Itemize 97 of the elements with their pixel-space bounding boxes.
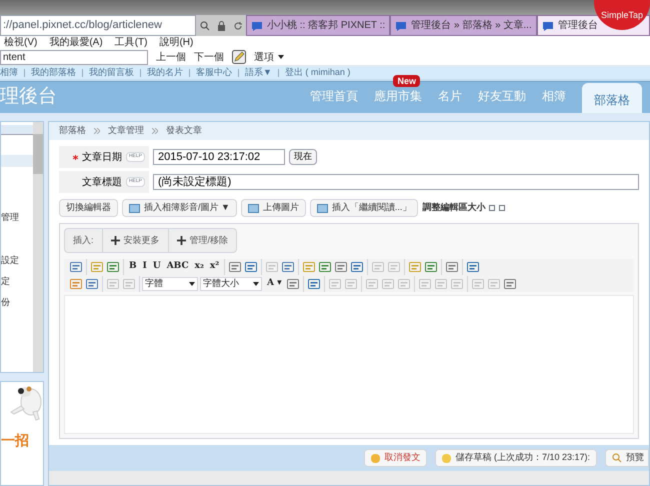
- format-button[interactable]: x²: [206, 260, 222, 274]
- next-link[interactable]: 下一個: [194, 50, 224, 64]
- nav-link[interactable]: 登出 ( mimihan ): [284, 66, 350, 80]
- image-icon: [248, 202, 259, 214]
- nav-link[interactable]: 客服中心: [196, 66, 232, 80]
- breadcrumb-link[interactable]: 部落格: [59, 124, 86, 138]
- toolbar-icon[interactable]: [302, 260, 316, 274]
- draft-icon: [442, 454, 452, 462]
- chat-bubble-icon: [395, 20, 408, 32]
- toolbar-icon[interactable]: [228, 260, 242, 274]
- toolbar-button[interactable]: 切換編輯器: [59, 199, 118, 217]
- image-icon: [316, 202, 328, 214]
- site-title: 理後台: [0, 85, 57, 110]
- now-button[interactable]: 現在: [289, 149, 317, 165]
- sidebar-item[interactable]: 設定: [1, 250, 33, 271]
- insert-label: 插入:: [72, 234, 95, 247]
- nav-link[interactable]: 我的留言板: [89, 66, 134, 80]
- expand-icon[interactable]: [489, 205, 496, 211]
- nav-link[interactable]: 相簿: [0, 66, 18, 80]
- refresh-icon[interactable]: [232, 20, 242, 30]
- scrollbar[interactable]: [33, 122, 43, 372]
- format-button[interactable]: x₂: [192, 260, 207, 274]
- menu-item[interactable]: 檢視(V): [4, 35, 38, 50]
- format-button[interactable]: I: [140, 260, 150, 274]
- toolbar-icon[interactable]: [69, 260, 83, 274]
- menu-item[interactable]: 說明(H): [159, 35, 194, 50]
- toolbar-button[interactable]: 插入「繼續閱讀...」: [310, 199, 418, 217]
- field-label: 文章日期: [82, 150, 122, 164]
- toolbar-icon[interactable]: [69, 277, 83, 291]
- tab-title: 管理後台 » 部落格 » 文章...: [411, 18, 532, 33]
- toolbar-button[interactable]: 插入相簿影音/圖片 ▼: [122, 199, 237, 217]
- nav-link[interactable]: 我的部落格: [31, 66, 76, 80]
- toolbar-icon[interactable]: [106, 260, 120, 274]
- chat-bubble-icon: [251, 20, 263, 32]
- toolbar-icon[interactable]: [502, 277, 517, 291]
- text-field[interactable]: (尚未設定標題): [153, 174, 639, 190]
- sidebar-item[interactable]: 管理: [1, 207, 33, 228]
- insert-button[interactable]: 管理/移除: [168, 229, 236, 252]
- text-field[interactable]: 2015-07-10 23:17:02: [153, 149, 285, 165]
- menu-item[interactable]: 工具(T): [114, 35, 148, 50]
- toolbar-icon[interactable]: [90, 260, 104, 274]
- sidebar-item[interactable]: 份: [1, 292, 33, 313]
- caret-icon: [189, 282, 195, 286]
- insert-button[interactable]: 安裝更多: [102, 229, 168, 252]
- nav-tab[interactable]: 部落格: [582, 83, 642, 113]
- font-select[interactable]: 字體: [142, 277, 198, 291]
- toolbar-icon[interactable]: [466, 260, 480, 274]
- caret-icon: [253, 282, 259, 286]
- magnifier-icon: [612, 453, 622, 463]
- toolbar-icon[interactable]: [408, 260, 422, 274]
- save-draft-button[interactable]: 儲存草稿 (上次成功：7/10 23:17):: [435, 449, 597, 467]
- format-button[interactable]: U: [150, 260, 164, 274]
- sidebar-header[interactable]: [1, 125, 33, 135]
- breadcrumb-link[interactable]: 文章管理: [108, 124, 144, 138]
- sidebar-item[interactable]: 定: [1, 271, 33, 292]
- chevron-icon: [152, 128, 158, 134]
- pencil-icon[interactable]: [232, 50, 246, 64]
- plus-icon: [110, 236, 120, 245]
- menu-item[interactable]: 我的最愛(A): [49, 35, 103, 50]
- address-field[interactable]: ://panel.pixnet.cc/blog/articlenew: [0, 15, 196, 36]
- toolbar-button[interactable]: 上傳圖片: [240, 199, 306, 217]
- resize-label: 調整編輯區大小: [422, 201, 486, 214]
- image-icon: [129, 202, 140, 214]
- lock-icon: [216, 20, 226, 30]
- toolbar-icon[interactable]: [350, 260, 364, 274]
- format-button[interactable]: ABC: [164, 260, 192, 274]
- shrink-icon[interactable]: [499, 205, 506, 211]
- new-badge: New: [393, 75, 420, 87]
- tab-title: 小小桃 :: 痞客邦 PIXNET ::: [267, 18, 386, 33]
- preview-button[interactable]: 預覽: [605, 449, 649, 467]
- format-button[interactable]: B: [126, 260, 140, 274]
- browser-tab[interactable]: 小小桃 :: 痞客邦 PIXNET ::: [246, 15, 390, 36]
- format-button[interactable]: A ▾: [264, 277, 285, 291]
- font-select[interactable]: 字體大小: [200, 277, 262, 291]
- previous-link[interactable]: 上一個: [156, 50, 186, 64]
- browser-tab[interactable]: 管理後台 » 部落格 » 文章...: [390, 15, 537, 36]
- toolbar-icon[interactable]: [85, 277, 99, 291]
- toolbar-icon[interactable]: [334, 260, 348, 274]
- find-field[interactable]: ntent: [0, 50, 148, 64]
- caret-icon: [278, 55, 284, 59]
- toolbar-icon[interactable]: [306, 277, 321, 291]
- toolbar-icon[interactable]: [424, 260, 438, 274]
- toolbar-icon[interactable]: [318, 260, 332, 274]
- chevron-icon: [94, 128, 100, 134]
- toolbar-icon[interactable]: [244, 260, 258, 274]
- nav-link[interactable]: 我的名片: [147, 66, 183, 80]
- toolbar-icon[interactable]: [445, 260, 460, 274]
- toolbar-icon[interactable]: [281, 260, 296, 274]
- options-menu[interactable]: 選項: [254, 50, 284, 64]
- chat-bubble-icon: [542, 20, 554, 32]
- toolbar-icon[interactable]: [286, 277, 300, 291]
- cancel-icon: [371, 454, 380, 462]
- search-icon[interactable]: [200, 20, 210, 30]
- nav-link[interactable]: 語系▼: [245, 66, 272, 80]
- field-label: 文章標題: [82, 176, 122, 190]
- cancel-button[interactable]: 取消發文: [364, 449, 428, 467]
- plus-icon: [176, 236, 186, 245]
